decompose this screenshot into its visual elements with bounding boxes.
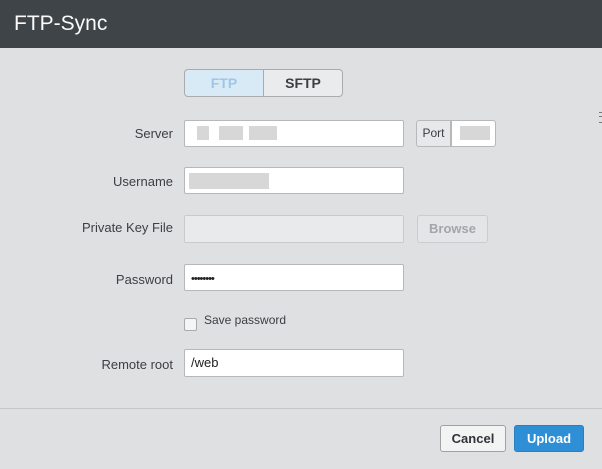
redacted-block (189, 173, 269, 189)
remote-root-input[interactable]: /web (184, 349, 404, 377)
server-input[interactable] (184, 120, 404, 147)
port-input[interactable] (451, 120, 496, 147)
private-key-label: Private Key File (81, 220, 173, 235)
password-value: •••••••• (191, 273, 215, 285)
tab-sftp[interactable]: SFTP (263, 69, 343, 97)
private-key-input[interactable] (184, 215, 404, 243)
redacted-block (219, 126, 243, 140)
upload-button[interactable]: Upload (514, 425, 584, 452)
remote-root-value: /web (191, 355, 219, 370)
redacted-block (197, 126, 209, 140)
window-title: FTP-Sync (14, 12, 108, 35)
username-label: Username (113, 174, 173, 189)
footer-divider (0, 408, 602, 409)
title-bar: FTP-Sync (0, 0, 602, 48)
browse-button[interactable]: Browse (417, 215, 488, 243)
password-input[interactable]: •••••••• (184, 264, 404, 291)
remote-root-label: Remote root (101, 357, 173, 372)
username-input[interactable] (184, 167, 404, 194)
save-password-label: Save password (204, 313, 287, 327)
redacted-block (249, 126, 277, 140)
save-password-checkbox[interactable] (184, 318, 197, 331)
port-label: Port (416, 120, 451, 147)
server-label: Server (134, 126, 173, 141)
tab-ftp[interactable]: FTP (184, 69, 264, 97)
password-label: Password (115, 272, 173, 287)
cancel-button[interactable]: Cancel (440, 425, 506, 452)
redacted-block (460, 126, 490, 140)
